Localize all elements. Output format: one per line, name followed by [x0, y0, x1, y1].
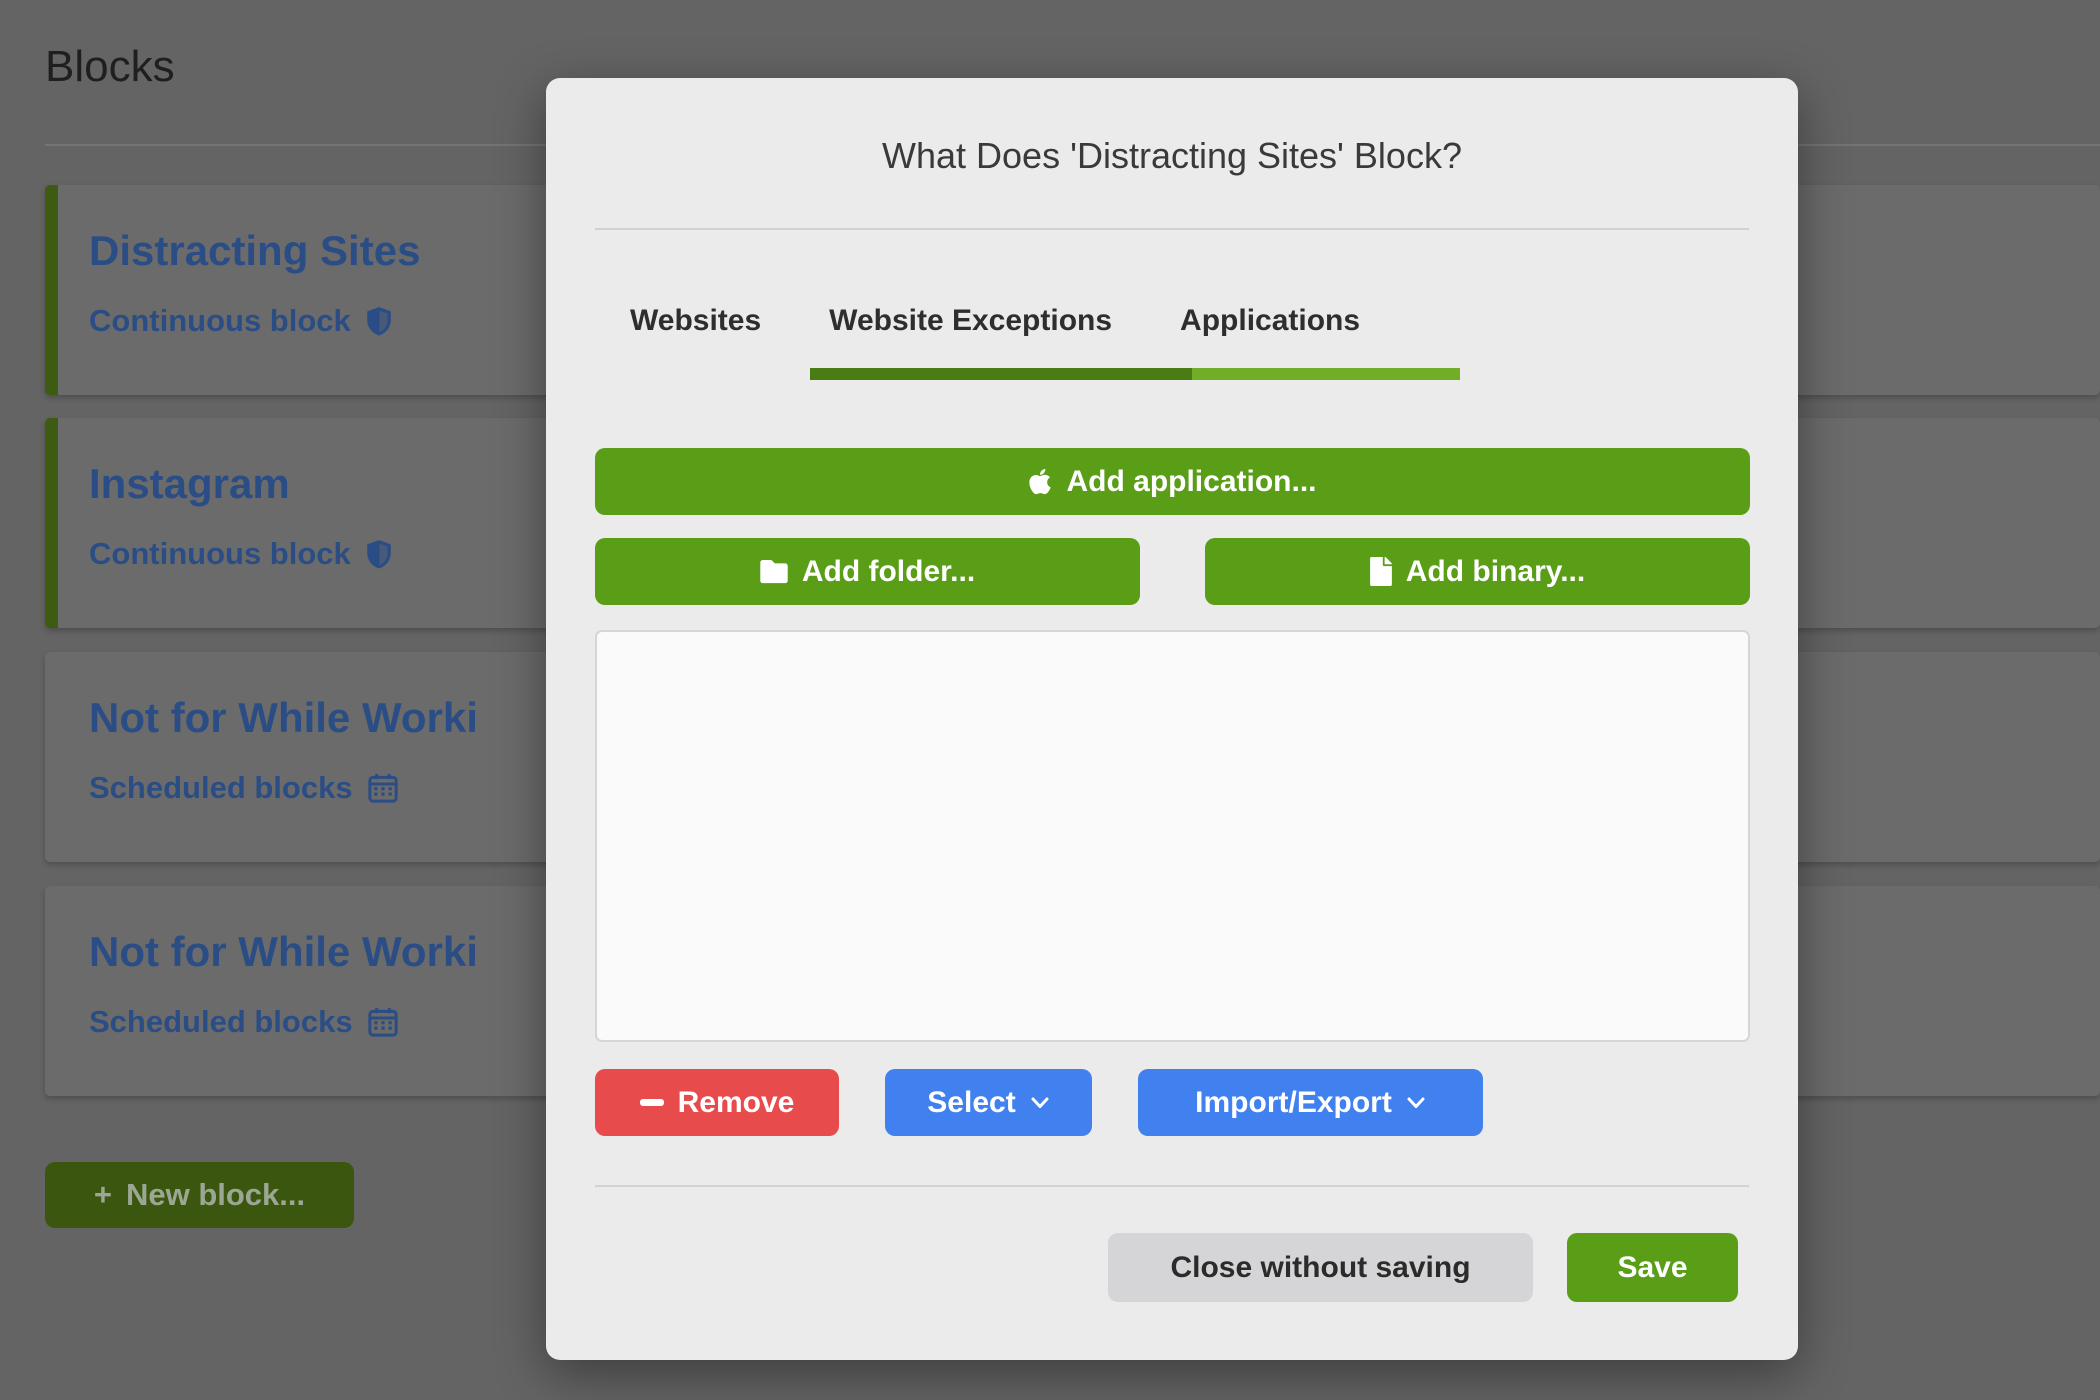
save-button[interactable]: Save	[1567, 1233, 1738, 1302]
close-without-saving-button[interactable]: Close without saving	[1108, 1233, 1533, 1302]
save-label: Save	[1617, 1251, 1687, 1285]
tab-underline-secondary-segment	[1192, 368, 1460, 380]
add-binary-button[interactable]: Add binary...	[1205, 538, 1750, 605]
divider	[595, 1185, 1749, 1187]
tab-websites[interactable]: Websites	[630, 304, 761, 338]
shield-icon	[366, 539, 392, 569]
page-title: Blocks	[45, 42, 175, 92]
tab-applications[interactable]: Applications	[1180, 304, 1360, 338]
remove-label: Remove	[678, 1086, 795, 1120]
remove-button[interactable]: Remove	[595, 1069, 839, 1136]
add-application-label: Add application...	[1066, 465, 1316, 499]
add-folder-label: Add folder...	[802, 555, 975, 589]
tab-website-exceptions[interactable]: Website Exceptions	[829, 304, 1112, 338]
chevron-down-icon	[1030, 1096, 1050, 1110]
folder-icon	[760, 560, 788, 584]
calendar-icon	[368, 773, 398, 803]
apple-icon	[1028, 467, 1052, 496]
import-export-dropdown-button[interactable]: Import/Export	[1138, 1069, 1483, 1136]
tab-underline	[810, 368, 1460, 380]
block-type-label: Continuous block	[89, 303, 351, 339]
close-without-saving-label: Close without saving	[1170, 1251, 1470, 1285]
add-application-button[interactable]: Add application...	[595, 448, 1750, 515]
application-list[interactable]	[595, 630, 1750, 1042]
block-type-label: Continuous block	[89, 536, 351, 572]
dialog-title: What Does 'Distracting Sites' Block?	[546, 135, 1798, 177]
calendar-icon	[368, 1007, 398, 1037]
block-type-label: Scheduled blocks	[89, 770, 353, 806]
new-block-button[interactable]: + New block...	[45, 1162, 354, 1228]
new-block-label: New block...	[126, 1177, 305, 1213]
shield-icon	[366, 306, 392, 336]
tab-bar: Websites Website Exceptions Applications	[630, 304, 1360, 338]
select-label: Select	[927, 1086, 1015, 1120]
divider	[595, 228, 1749, 230]
add-folder-button[interactable]: Add folder...	[595, 538, 1140, 605]
import-export-label: Import/Export	[1195, 1086, 1392, 1120]
plus-icon: +	[94, 1177, 112, 1213]
chevron-down-icon	[1406, 1096, 1426, 1110]
file-icon	[1370, 557, 1392, 586]
tab-underline-active-segment	[810, 368, 1192, 380]
select-dropdown-button[interactable]: Select	[885, 1069, 1092, 1136]
add-binary-label: Add binary...	[1406, 555, 1585, 589]
block-settings-dialog: What Does 'Distracting Sites' Block? Web…	[546, 78, 1798, 1360]
minus-icon	[640, 1099, 664, 1106]
block-type-label: Scheduled blocks	[89, 1004, 353, 1040]
